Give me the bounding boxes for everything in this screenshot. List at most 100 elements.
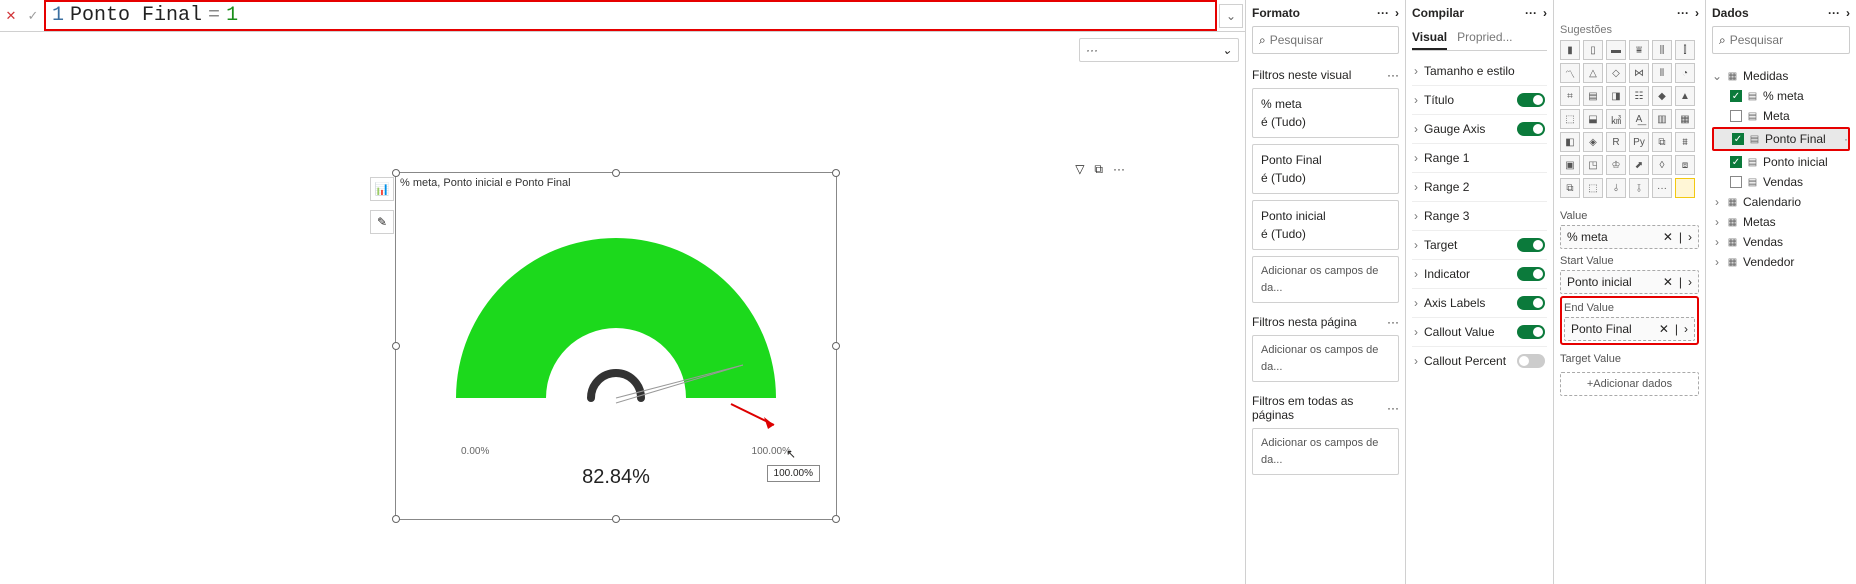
filter-card[interactable]: Ponto Final é (Tudo)	[1252, 144, 1399, 194]
filter-add-fields[interactable]: Adicionar os campos de da...	[1252, 335, 1399, 382]
viz-tile[interactable]: ⫼	[1652, 40, 1672, 60]
resize-handle[interactable]	[392, 342, 400, 350]
pane-more-icon[interactable]: ···	[1377, 6, 1389, 20]
formula-commit-icon[interactable]: ✓	[22, 8, 44, 24]
resize-handle[interactable]	[612, 169, 620, 177]
format-item[interactable]: ›Tamanho e estilo	[1412, 57, 1547, 85]
viz-tile[interactable]: ⬚	[1583, 178, 1603, 198]
tab-visual[interactable]: Visual	[1412, 26, 1447, 50]
field-menu-icon[interactable]: ›	[1688, 230, 1692, 244]
viz-tile[interactable]: ▲	[1675, 86, 1695, 106]
filter-card[interactable]: Ponto inicial é (Tudo)	[1252, 200, 1399, 250]
viz-tile[interactable]: ◆	[1652, 86, 1672, 106]
formula-input[interactable]: 1 Ponto Final = 1	[44, 0, 1217, 31]
format-item[interactable]: ›Target	[1412, 230, 1547, 259]
pane-collapse-icon[interactable]: ›	[1543, 6, 1547, 20]
toggle[interactable]	[1517, 354, 1545, 368]
resize-handle[interactable]	[392, 515, 400, 523]
format-item[interactable]: ›Callout Percent	[1412, 346, 1547, 375]
viz-tile[interactable]: △	[1583, 63, 1603, 83]
well-add-data[interactable]: +Adicionar dados	[1560, 372, 1699, 396]
remove-field-icon[interactable]: ✕	[1659, 322, 1669, 336]
remove-field-icon[interactable]: ✕	[1663, 230, 1673, 244]
visual-gauge[interactable]: % meta, Ponto inicial e Ponto Final	[395, 172, 837, 520]
checkbox-icon[interactable]: ✓	[1732, 133, 1744, 145]
fields-search-input[interactable]	[1730, 33, 1856, 47]
viz-tile[interactable]: ▥	[1652, 109, 1672, 129]
pane-collapse-icon[interactable]: ›	[1695, 6, 1699, 20]
report-canvas[interactable]: ▽ ⧉ ··· 📊 ✎ % meta, Ponto inicial e Pont…	[0, 62, 1245, 584]
toggle[interactable]	[1517, 238, 1545, 252]
viz-tile[interactable]: ⌗	[1560, 86, 1580, 106]
pane-more-icon[interactable]: ···	[1525, 6, 1537, 20]
viz-tile[interactable]: ◨	[1606, 86, 1626, 106]
toggle[interactable]	[1517, 296, 1545, 310]
format-item[interactable]: ›Título	[1412, 85, 1547, 114]
viz-tile[interactable]: ⫴	[1652, 63, 1672, 83]
viz-tile[interactable]: ⫰	[1606, 178, 1626, 198]
checkbox-icon[interactable]: ✓	[1730, 156, 1742, 168]
viz-tile[interactable]: ◳	[1583, 155, 1603, 175]
field-menu-icon[interactable]: ›	[1684, 322, 1688, 336]
more-icon[interactable]: ···	[1387, 68, 1399, 82]
format-brush-icon[interactable]: ✎	[370, 210, 394, 234]
toggle[interactable]	[1517, 267, 1545, 281]
filter-add-fields[interactable]: Adicionar os campos de da...	[1252, 256, 1399, 303]
viz-tile[interactable]: ▤	[1583, 86, 1603, 106]
viz-tile[interactable]: ⧉	[1652, 132, 1672, 152]
viz-tile[interactable]: ◇	[1606, 63, 1626, 83]
well-end[interactable]: Ponto Final ✕|›	[1564, 317, 1695, 341]
viz-tile[interactable]: ☷	[1629, 86, 1649, 106]
more-options-icon[interactable]: ···	[1113, 162, 1125, 177]
more-icon[interactable]: ···	[1387, 315, 1399, 329]
resize-handle[interactable]	[832, 515, 840, 523]
viz-tile[interactable]: ⫿	[1675, 40, 1695, 60]
field-meta[interactable]: ✓▤% meta	[1712, 86, 1850, 106]
pane-collapse-icon[interactable]: ›	[1846, 6, 1850, 20]
toggle[interactable]	[1517, 93, 1545, 107]
remove-field-icon[interactable]: ✕	[1663, 275, 1673, 289]
toggle[interactable]	[1517, 122, 1545, 136]
more-icon[interactable]: ···	[1387, 401, 1399, 415]
format-item[interactable]: ›Gauge Axis	[1412, 114, 1547, 143]
viz-tile[interactable]: ▯	[1583, 40, 1603, 60]
viz-tile[interactable]: R	[1606, 132, 1626, 152]
viz-tile[interactable]: ◔	[1675, 63, 1695, 83]
format-item[interactable]: ›Indicator	[1412, 259, 1547, 288]
format-item[interactable]: ›Range 2	[1412, 172, 1547, 201]
formula-cancel-icon[interactable]: ✕	[0, 8, 22, 24]
table-metas[interactable]: ›▦Metas	[1712, 212, 1850, 232]
viz-tile[interactable]: ♔	[1606, 155, 1626, 175]
pane-more-icon[interactable]: ···	[1677, 6, 1689, 20]
viz-tile[interactable]: A͟	[1629, 109, 1649, 129]
viz-tile[interactable]: ⩩	[1675, 132, 1695, 152]
format-item[interactable]: ›Range 1	[1412, 143, 1547, 172]
checkbox-icon[interactable]: ✓	[1730, 90, 1742, 102]
viz-tile[interactable]: ⬈	[1629, 155, 1649, 175]
viz-tile[interactable]: Py	[1629, 132, 1649, 152]
drill-table-icon[interactable]: 📊	[370, 177, 394, 201]
table-vendas[interactable]: ›▦Vendas	[1712, 232, 1850, 252]
viz-tile[interactable]: ⧈	[1675, 155, 1695, 175]
resize-handle[interactable]	[832, 342, 840, 350]
resize-handle[interactable]	[832, 169, 840, 177]
focus-mode-icon[interactable]: ⧉	[1094, 162, 1103, 177]
toggle[interactable]	[1517, 325, 1545, 339]
viz-tile[interactable]: ⬓	[1583, 109, 1603, 129]
pane-more-icon[interactable]: ···	[1828, 6, 1840, 20]
field-vendas-measure[interactable]: ▤Vendas	[1712, 172, 1850, 192]
table-calendario[interactable]: ›▦Calendario	[1712, 192, 1850, 212]
filters-search-input[interactable]	[1270, 33, 1425, 47]
field-meta2[interactable]: ▤Meta	[1712, 106, 1850, 126]
well-value[interactable]: % meta ✕|›	[1560, 225, 1699, 249]
viz-tile[interactable]: ◈	[1583, 132, 1603, 152]
viz-tile[interactable]: ⬚	[1560, 109, 1580, 129]
filters-search[interactable]: ⌕	[1252, 26, 1399, 54]
viz-tile[interactable]: ▬	[1606, 40, 1626, 60]
format-item[interactable]: ›Range 3	[1412, 201, 1547, 230]
viz-tile[interactable]: ⋈	[1629, 63, 1649, 83]
field-menu-icon[interactable]: ›	[1688, 275, 1692, 289]
viz-tile[interactable]: ㎦	[1606, 109, 1626, 129]
filter-icon[interactable]: ▽	[1075, 162, 1084, 177]
resize-handle[interactable]	[392, 169, 400, 177]
